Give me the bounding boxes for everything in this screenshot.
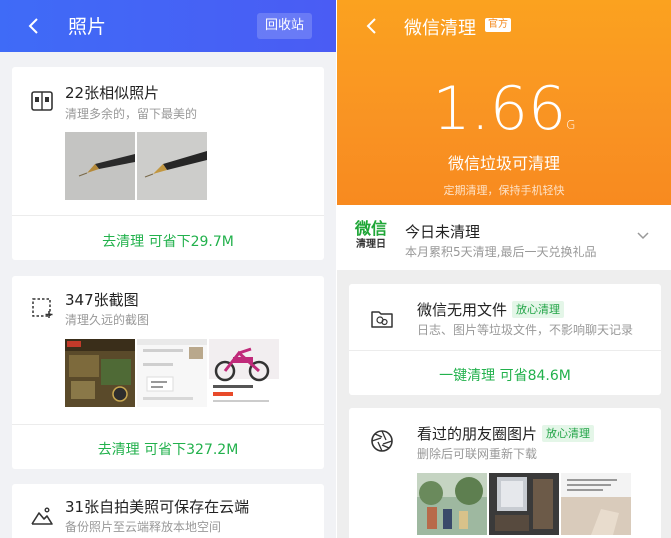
screenshots-title: 347张截图 bbox=[65, 291, 139, 309]
junk-size-value: 1.66G bbox=[337, 74, 671, 144]
safe-clean-tag: 放心清理 bbox=[542, 425, 595, 442]
useless-files-subtitle: 日志、图片等垃圾文件，不影响聊天记录 bbox=[417, 323, 634, 337]
junk-size-unit: G bbox=[566, 118, 576, 132]
similar-photos-card: 22张相似照片 清理多余的，留下最美的 去清理 可省下29.7M bbox=[12, 67, 324, 260]
moments-photo-thumbnail[interactable] bbox=[489, 473, 559, 535]
useless-files-card: 微信无用文件 放心清理 日志、图片等垃圾文件，不影响聊天记录 一键清理 可省84.… bbox=[349, 284, 661, 395]
similar-photos-title: 22张相似照片 bbox=[65, 84, 160, 102]
clean-day-subtitle: 本月累积5天清理,最后一天兑换礼品 bbox=[405, 245, 597, 259]
wechat-clean-day-logo: 微信 清理日 bbox=[353, 219, 389, 257]
divider bbox=[349, 350, 661, 351]
chat-screenshot-thumbnail[interactable] bbox=[137, 339, 207, 407]
official-badge: 官方 bbox=[485, 18, 511, 32]
junk-size-description: 微信垃圾可清理 bbox=[447, 154, 560, 173]
wechat-clean-panel: 微信清理 官方 1.66G 微信垃圾可清理 定期清理，保持手机轻快 微信 清理日… bbox=[337, 0, 671, 538]
photos-panel: 照片 回收站 22张相似照片 清理多余的，留下最美的 去清理 可省下29.7M … bbox=[0, 0, 336, 538]
useless-files-name: 微信无用文件 bbox=[417, 301, 508, 319]
product-screenshot-thumbnail[interactable] bbox=[209, 339, 279, 407]
recycle-bin-button[interactable]: 回收站 bbox=[257, 13, 312, 39]
chevron-down-icon[interactable] bbox=[636, 229, 650, 243]
moments-images-card: 看过的朋友圈图片 放心清理 删除后可联网重新下载 bbox=[349, 408, 661, 538]
screenshots-card: 347张截图 清理久远的截图 去清理 可省下327.2M bbox=[12, 276, 324, 469]
clean-day-title: 今日未清理 bbox=[405, 223, 481, 241]
divider bbox=[12, 424, 324, 425]
moments-images-subtitle: 删除后可联网重新下载 bbox=[417, 447, 538, 461]
cloud-backup-subtitle: 备份照片至云端释放本地空间 bbox=[65, 520, 222, 534]
wechat-folder-icon bbox=[371, 311, 393, 328]
moments-images-name: 看过的朋友圈图片 bbox=[417, 425, 538, 443]
similar-photos-icon bbox=[31, 91, 53, 111]
back-arrow-icon[interactable] bbox=[22, 13, 46, 39]
clean-hint: 定期清理，保持手机轻快 bbox=[443, 184, 565, 197]
one-click-clean-button[interactable]: 一键清理 可省84.6M bbox=[349, 365, 661, 385]
pen-photo-thumbnail[interactable] bbox=[65, 132, 135, 200]
cloud-backup-title: 31张自拍美照可保存在云端 bbox=[65, 498, 250, 516]
useless-files-title: 微信无用文件 放心清理 bbox=[417, 299, 565, 320]
moments-images-title: 看过的朋友圈图片 放心清理 bbox=[417, 423, 595, 444]
clean-day-banner[interactable]: 微信 清理日 今日未清理 本月累积5天清理,最后一天兑换礼品 bbox=[337, 205, 671, 270]
screenshots-subtitle: 清理久远的截图 bbox=[65, 313, 150, 327]
clean-similar-button[interactable]: 去清理 可省下29.7M bbox=[12, 231, 324, 251]
clean-screenshots-button[interactable]: 去清理 可省下327.2M bbox=[12, 439, 324, 459]
similar-photos-subtitle: 清理多余的，留下最美的 bbox=[65, 107, 198, 121]
logo-line2: 清理日 bbox=[356, 239, 386, 250]
moments-photo-thumbnail[interactable] bbox=[417, 473, 487, 535]
mountain-icon bbox=[31, 507, 53, 525]
moments-photo-thumbnail[interactable] bbox=[561, 473, 631, 535]
back-arrow-icon[interactable] bbox=[361, 13, 383, 39]
wechat-clean-header: 微信清理 官方 1.66G 微信垃圾可清理 定期清理，保持手机轻快 bbox=[337, 0, 671, 205]
game-screenshot-thumbnail[interactable] bbox=[65, 339, 135, 407]
page-title: 微信清理 bbox=[404, 18, 476, 39]
screenshot-icon bbox=[32, 298, 53, 318]
page-title: 照片 bbox=[68, 16, 107, 38]
logo-line1: 微信 bbox=[354, 219, 387, 238]
divider bbox=[12, 215, 324, 216]
junk-size-number: 1.66 bbox=[432, 74, 567, 144]
aperture-icon bbox=[371, 430, 393, 452]
cloud-backup-card[interactable]: 31张自拍美照可保存在云端 备份照片至云端释放本地空间 bbox=[12, 484, 324, 538]
safe-clean-tag: 放心清理 bbox=[512, 301, 565, 318]
photos-header: 照片 回收站 bbox=[0, 0, 336, 52]
pen-photo-thumbnail[interactable] bbox=[137, 132, 207, 200]
